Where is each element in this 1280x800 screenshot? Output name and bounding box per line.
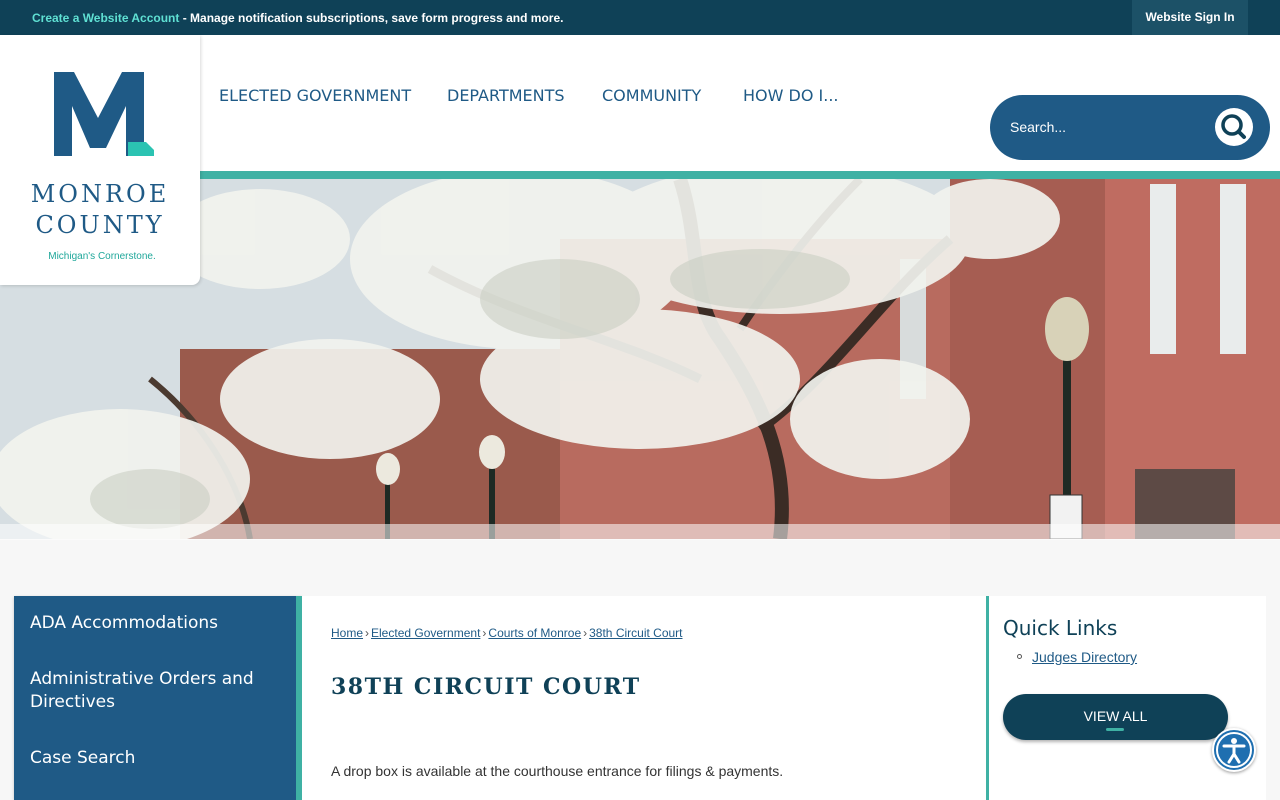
- account-message: Create a Website Account - Manage notifi…: [32, 11, 563, 25]
- breadcrumb-elected-government[interactable]: Elected Government: [371, 626, 480, 640]
- accessibility-icon: [1216, 732, 1252, 768]
- breadcrumb-38th-circuit-court[interactable]: 38th Circuit Court: [589, 626, 682, 640]
- sidebar-item-administrative-orders[interactable]: Administrative Orders and Directives: [30, 668, 260, 714]
- logo-m-mark-icon: [54, 72, 154, 156]
- breadcrumb-separator: ›: [583, 626, 588, 640]
- sign-in-button[interactable]: Website Sign In: [1132, 0, 1248, 35]
- breadcrumb-home[interactable]: Home: [331, 626, 363, 640]
- view-all-button[interactable]: VIEW ALL: [1003, 694, 1228, 740]
- create-account-description: - Manage notification subscriptions, sav…: [179, 11, 564, 25]
- button-underline-accent: [1106, 728, 1124, 731]
- top-bar: Create a Website Account - Manage notifi…: [0, 0, 1280, 35]
- quick-links-heading: Quick Links: [1003, 616, 1118, 640]
- nav-departments[interactable]: DEPARTMENTS: [447, 86, 565, 105]
- breadcrumb-separator: ›: [365, 626, 370, 640]
- search-input[interactable]: [1010, 115, 1190, 139]
- breadcrumb: Home › Elected Government › Courts of Monroe…: [331, 626, 683, 640]
- breadcrumb-separator: ›: [482, 626, 487, 640]
- list-bullet-icon: [1017, 654, 1022, 659]
- breadcrumb-courts-of-monroe[interactable]: Courts of Monroe: [488, 626, 581, 640]
- nav-elected-government[interactable]: ELECTED GOVERNMENT: [219, 86, 411, 105]
- nav-how-do-i[interactable]: HOW DO I...: [743, 86, 839, 105]
- drop-box-notice: A drop box is available at the courthous…: [331, 763, 784, 779]
- search-button[interactable]: [1215, 108, 1253, 146]
- logo-tagline: Michigan's Cornerstone.: [48, 251, 156, 262]
- view-all-label: VIEW ALL: [1083, 708, 1148, 724]
- header-accent-strip: [200, 171, 1280, 179]
- create-account-link[interactable]: Create a Website Account: [32, 11, 179, 25]
- quick-link-judges-directory[interactable]: Judges Directory: [1032, 649, 1137, 665]
- logo-monroe-text: MONROE: [30, 180, 170, 208]
- county-logo[interactable]: MONROE COUNTY Michigan's Cornerstone.: [0, 35, 200, 285]
- main-content: Home › Elected Government › Courts of Monroe…: [302, 596, 986, 800]
- search-icon: [1221, 114, 1246, 139]
- nav-community[interactable]: COMMUNITY: [602, 86, 701, 105]
- accessibility-button[interactable]: [1212, 728, 1256, 772]
- page-title: 38TH CIRCUIT COURT: [331, 674, 641, 700]
- sidebar-item-ada-accommodations[interactable]: ADA Accommodations: [30, 612, 218, 635]
- sidebar-item-case-search[interactable]: Case Search: [30, 747, 135, 770]
- sidebar-nav: ADA Accommodations Administrative Orders…: [14, 596, 302, 800]
- logo-county-text: COUNTY: [35, 211, 165, 239]
- search-box: [990, 95, 1270, 160]
- hero-bottom-fade: [0, 524, 1280, 540]
